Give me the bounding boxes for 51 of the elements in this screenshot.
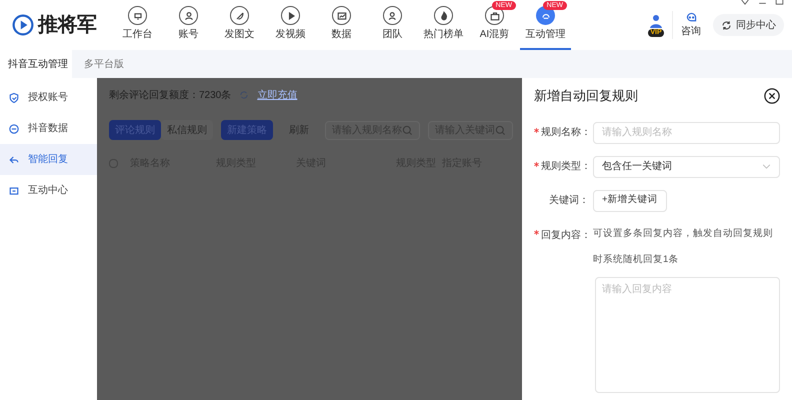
nav-icon: [485, 6, 504, 25]
field-label: 关键词：: [548, 194, 589, 208]
nav-tab[interactable]: 工作台: [112, 0, 163, 50]
field-label: 回复内容：: [534, 228, 589, 242]
logo-icon: [12, 14, 34, 36]
page-tab[interactable]: 多平台版: [72, 50, 136, 78]
refresh-icon: [721, 20, 732, 30]
sidebar-item[interactable]: 抖音数据: [0, 113, 97, 144]
search-icon: [495, 124, 506, 136]
menu-icon: [8, 122, 20, 134]
chat-icon: [684, 11, 698, 24]
rule-name-input[interactable]: 请输入规则名称: [593, 122, 780, 144]
close-icon[interactable]: [764, 88, 780, 104]
nav-tab[interactable]: 团队: [367, 0, 418, 50]
nav-tab[interactable]: 数据: [316, 0, 367, 50]
chevron-down-icon: [762, 164, 771, 169]
nav-tab[interactable]: 发图文: [214, 0, 265, 50]
nav-icon: [179, 6, 198, 25]
sidebar-item[interactable]: 智能回复: [0, 144, 97, 175]
maximize-icon[interactable]: [775, 0, 784, 5]
minimize-icon[interactable]: [758, 0, 767, 5]
sidebar-item[interactable]: 互动中心: [0, 175, 97, 206]
nav-icon: [383, 6, 402, 25]
add-keyword-button[interactable]: +新增关键词: [593, 190, 667, 212]
nav-icon: [332, 6, 351, 25]
nav-icon: [434, 6, 453, 25]
nav-tab[interactable]: 热门榜单: [418, 0, 469, 50]
menu-icon: [8, 184, 20, 196]
nav-icon: [536, 6, 555, 25]
avatar-icon: [648, 13, 664, 29]
page-tab[interactable]: 抖音互动管理: [0, 50, 72, 78]
consult-button[interactable]: 咨询: [672, 11, 705, 39]
nav-tab[interactable]: 发视频: [265, 0, 316, 50]
sync-button[interactable]: 同步中心: [713, 14, 784, 36]
recharge-link[interactable]: 立即充值: [257, 88, 298, 102]
quota-text: 剩余评论回复额度：7230条: [109, 88, 232, 102]
nav-icon: [281, 6, 300, 25]
nav-icon: [128, 6, 147, 25]
menu-icon: [8, 154, 20, 166]
rule-type-select[interactable]: 包含任一关键词: [593, 156, 780, 178]
reply-hint: 可设置多条回复内容，触发自动回复规则时系统随机回复1条: [593, 226, 774, 266]
menu-icon: [8, 92, 20, 104]
sidebar-item[interactable]: 授权账号: [0, 82, 97, 113]
field-label: 规则名称：: [534, 125, 589, 140]
search-icon: [402, 124, 413, 136]
nav-tab[interactable]: 账号: [163, 0, 214, 50]
logo-text: 推将军: [38, 13, 96, 38]
field-label: 规则类型：: [534, 159, 589, 174]
drawer-title: 新增自动回复规则: [534, 87, 638, 105]
reply-content-input[interactable]: 请输入回复内容: [595, 276, 780, 392]
nav-icon: [230, 6, 249, 25]
